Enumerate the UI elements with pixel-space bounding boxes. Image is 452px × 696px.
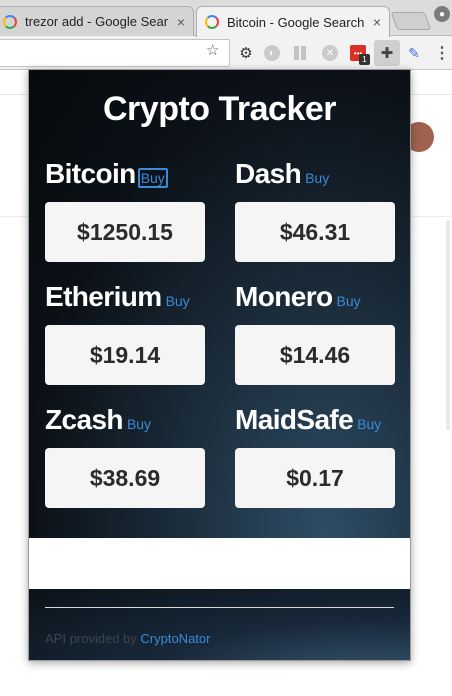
extension-x-icon[interactable]: ✕ [322,45,338,61]
buy-link[interactable]: Buy [127,416,151,432]
eyedropper-icon[interactable]: ✎ [406,45,422,61]
tab-title: Bitcoin - Google Search [227,14,365,30]
coin-card-etherium: Etherium Buy $19.14 [45,281,205,385]
buy-link[interactable]: Buy [305,170,329,186]
popup-footer: API provided by CryptoNator [29,589,410,660]
cryptonator-link[interactable]: CryptoNator [140,631,210,646]
coin-card-bitcoin: Bitcoin Buy $1250.15 [45,158,205,262]
buy-link[interactable]: Buy [166,293,190,309]
footer-divider [45,607,394,608]
tab-title: trezor add - Google Sear [25,14,169,29]
google-favicon-icon [205,15,219,29]
coin-name: Dash [235,158,302,189]
google-favicon-icon [3,14,17,29]
coin-name: Monero [235,281,333,312]
coin-card-zcash: Zcash Buy $38.69 [45,404,205,508]
coin-name: Bitcoin [45,158,136,189]
tab-strip: trezor add - Google Sear × Bitcoin - Goo… [0,0,452,37]
kebab-menu-icon[interactable]: ⋮ [434,45,450,62]
browser-toolbar: ☆ ⚙ ◐ ✕ ••• 1 ✚ ✎ ⋮ [0,36,452,70]
buy-link[interactable]: Buy [137,168,168,188]
scrollbar[interactable] [446,220,450,430]
price-box: $0.17 [235,448,395,508]
tab-bitcoin[interactable]: Bitcoin - Google Search × [196,6,390,37]
buy-link[interactable]: Buy [357,416,381,432]
coin-name: Etherium [45,281,162,312]
coin-card-dash: Dash Buy $46.31 [235,158,395,262]
price-box: $1250.15 [45,202,205,262]
star-icon[interactable]: ☆ [206,41,219,59]
extension-bars-icon[interactable] [292,45,308,61]
popup-spacer [29,538,410,589]
buy-link[interactable]: Buy [337,293,361,309]
close-icon[interactable]: × [177,14,185,30]
gear-icon[interactable]: ⚙ [238,45,254,62]
coin-name: MaidSafe [235,404,354,435]
new-tab-button[interactable] [390,12,432,30]
close-icon[interactable]: × [373,14,381,30]
tab-trezor[interactable]: trezor add - Google Sear × [0,6,194,36]
price-box: $14.46 [235,325,395,385]
coin-name: Zcash [45,404,124,435]
extension-circle-icon[interactable]: ◐ [264,45,280,61]
puzzle-icon[interactable]: ✚ [374,40,400,66]
address-bar[interactable] [0,39,230,67]
crypto-tracker-popup: Crypto Tracker Bitcoin Buy $1250.15 Dash… [28,69,411,661]
extension-badge: 1 [359,54,370,65]
popup-body: Crypto Tracker Bitcoin Buy $1250.15 Dash… [29,70,410,538]
price-box: $38.69 [45,448,205,508]
price-box: $19.14 [45,325,205,385]
profile-icon[interactable]: ● [434,6,450,22]
popup-title: Crypto Tracker [103,90,337,128]
api-credit-prefix: API provided by [45,631,141,646]
coin-card-monero: Monero Buy $14.46 [235,281,395,385]
coin-card-maidsafe: MaidSafe Buy $0.17 [235,404,395,508]
api-credit: API provided by CryptoNator [45,631,210,646]
price-box: $46.31 [235,202,395,262]
